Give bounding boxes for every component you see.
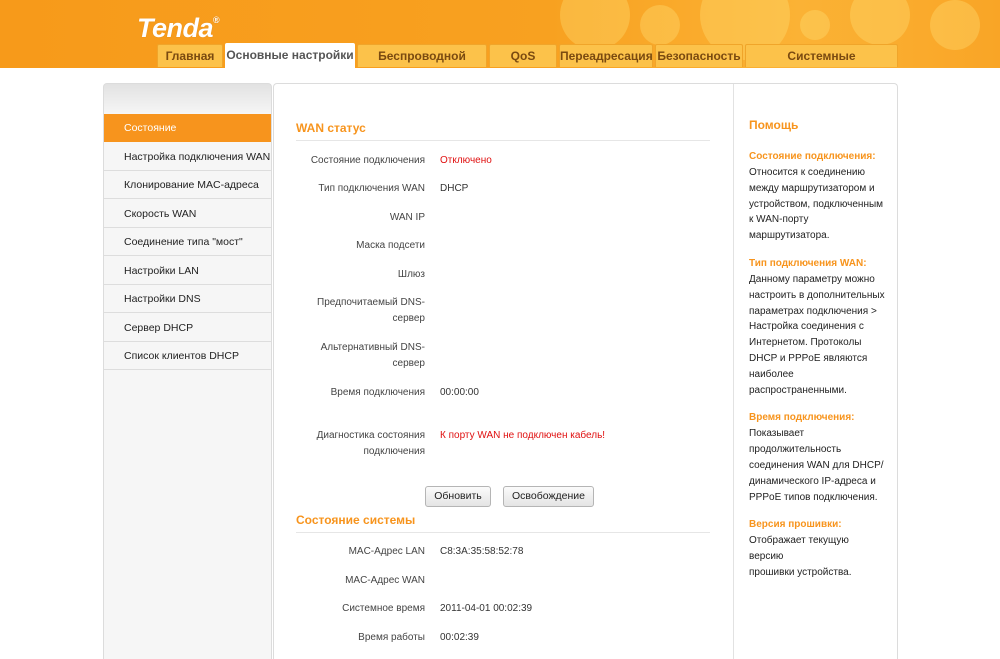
refresh-button[interactable]: Обновить: [425, 486, 491, 507]
sidebar: Состояние Настройка подключения WAN Клон…: [103, 83, 272, 659]
release-button[interactable]: Освобождение: [503, 486, 594, 507]
connection-time-label: Время подключения: [330, 387, 425, 398]
header-decoration: [930, 0, 980, 50]
lan-mac-label: MAC-Адрес LAN: [348, 546, 425, 557]
sidebar-item-status[interactable]: Состояние: [104, 114, 271, 142]
help-line: Показывает: [749, 428, 805, 440]
primary-dns-label-line2: сервер: [392, 313, 425, 324]
help-heading-firmware: Версия прошивки:: [749, 519, 842, 531]
help-heading-wan-type: Тип подключения WAN:: [749, 257, 867, 269]
help-text-wan-type: Данному параметру можно настроить в допо…: [749, 272, 885, 398]
diagnostics-value: К порту WAN не подключен кабель!: [440, 430, 606, 441]
help-line: Настройка соединения с: [749, 321, 864, 333]
header-decoration: [850, 0, 910, 45]
help-line: Относится к соединению: [749, 167, 865, 178]
help-line: Отображает текущую версию: [749, 535, 849, 563]
help-line: Данному параметру можно: [749, 273, 875, 285]
help-line: наиболее: [749, 368, 794, 380]
registered-mark: ®: [213, 15, 220, 25]
help-line: настроить в дополнительных: [749, 289, 885, 301]
secondary-dns-label: Альтернативный DNS-сервер: [285, 340, 425, 372]
help-text-connection-time: Показывает продолжительность соединения …: [749, 426, 885, 505]
tab-qos[interactable]: QoS: [489, 44, 557, 67]
help-line: DHCP и PPPoE являются: [749, 352, 868, 364]
wan-ip-label: WAN IP: [389, 212, 425, 223]
gateway-label: Шлюз: [397, 269, 425, 280]
header-bar: Tenda® Главная Основные настройки Беспро…: [0, 0, 1000, 68]
diagnostics-label-line2: подключения: [363, 446, 426, 457]
main-panel: WAN статус Состояние подключения Отключе…: [273, 83, 898, 659]
tab-home[interactable]: Главная: [157, 44, 223, 67]
uptime-label: Время работы: [358, 632, 425, 643]
primary-dns-label: Предпочитаемый DNS-сервер: [285, 295, 425, 327]
connection-status-label: Состояние подключения: [310, 155, 425, 166]
wan-status-title: WAN статус: [296, 121, 710, 141]
panel-divider: [733, 84, 734, 659]
tab-basic-settings[interactable]: Основные настройки: [225, 43, 355, 68]
subnet-mask-label: Маска подсети: [356, 240, 425, 251]
help-line: динамического IP-адреса и: [749, 475, 876, 487]
help-text-firmware: Отображает текущую версию прошивки устро…: [749, 533, 885, 580]
help-heading-connection-time: Время подключения:: [749, 412, 855, 424]
system-status-title: Состояние системы: [296, 513, 710, 533]
help-line: между маршрутизатором и: [749, 182, 875, 194]
help-line: прошивки устройства.: [749, 566, 852, 578]
help-text-connection-status: Относится к соединению между маршрутизат…: [749, 165, 885, 244]
help-panel: Помощь Состояние подключения: Относится …: [749, 118, 889, 593]
tab-forwarding[interactable]: Переадресация: [559, 44, 653, 67]
sidebar-item-wan-speed[interactable]: Скорость WAN: [104, 200, 271, 228]
secondary-dns-label-line1: Альтернативный DNS-: [320, 342, 425, 353]
sidebar-item-lan-settings[interactable]: Настройки LAN: [104, 257, 271, 285]
tab-system-tools[interactable]: Системные инструменты: [745, 44, 898, 67]
wan-type-value: DHCP: [440, 183, 469, 194]
help-line: маршрутизатора.: [749, 230, 830, 242]
help-line: к WAN-порту: [749, 214, 809, 226]
diagnostics-label: Диагностика состояния подключения: [285, 428, 425, 460]
sidebar-item-dns-settings[interactable]: Настройки DNS: [104, 285, 271, 313]
help-heading-connection-status: Состояние подключения:: [749, 151, 876, 162]
help-line: соединения WAN для DHCP/: [749, 459, 884, 471]
help-line: продолжительность: [749, 444, 842, 456]
connection-time-value: 00:00:00: [440, 387, 479, 398]
header-decoration: [640, 5, 680, 45]
primary-dns-label-line1: Предпочитаемый DNS-: [317, 297, 425, 308]
diagnostics-label-line1: Диагностика состояния: [316, 430, 425, 441]
header-decoration: [800, 10, 830, 40]
secondary-dns-label-line2: сервер: [392, 358, 425, 369]
help-line: Интернетом. Протоколы: [749, 337, 862, 349]
header-decoration: [560, 0, 630, 50]
sidebar-item-dhcp-server[interactable]: Сервер DHCP: [104, 314, 271, 342]
connection-status-value: Отключено: [440, 155, 492, 166]
wan-type-label: Тип подключения WAN: [318, 183, 425, 194]
system-time-label: Системное время: [342, 603, 425, 614]
help-line: параметрах подключения >: [749, 305, 877, 317]
sidebar-item-mac-clone[interactable]: Клонирование MAC-адреса: [104, 171, 271, 199]
sidebar-item-bridge[interactable]: Соединение типа "мост": [104, 228, 271, 256]
system-time-value: 2011-04-01 00:02:39: [440, 603, 533, 614]
logo-text: Tenda: [137, 13, 214, 43]
help-line: распространенными.: [749, 384, 847, 396]
help-title: Помощь: [749, 118, 799, 132]
tenda-logo: Tenda®: [137, 13, 220, 44]
uptime-value: 00:02:39: [440, 632, 479, 643]
tab-wireless[interactable]: Беспроводной режим: [357, 44, 487, 67]
wan-mac-label: MAC-Адрес WAN: [345, 575, 425, 586]
lan-mac-value: C8:3A:35:58:52:78: [440, 546, 524, 557]
help-line: устройством, подключенным: [749, 198, 884, 210]
tab-security[interactable]: Безопасность: [655, 44, 743, 67]
sidebar-item-dhcp-clients[interactable]: Список клиентов DHCP: [104, 342, 271, 370]
sidebar-item-wan-setup[interactable]: Настройка подключения WAN: [104, 143, 271, 171]
help-line: PPPoE типов подключения.: [749, 491, 878, 503]
